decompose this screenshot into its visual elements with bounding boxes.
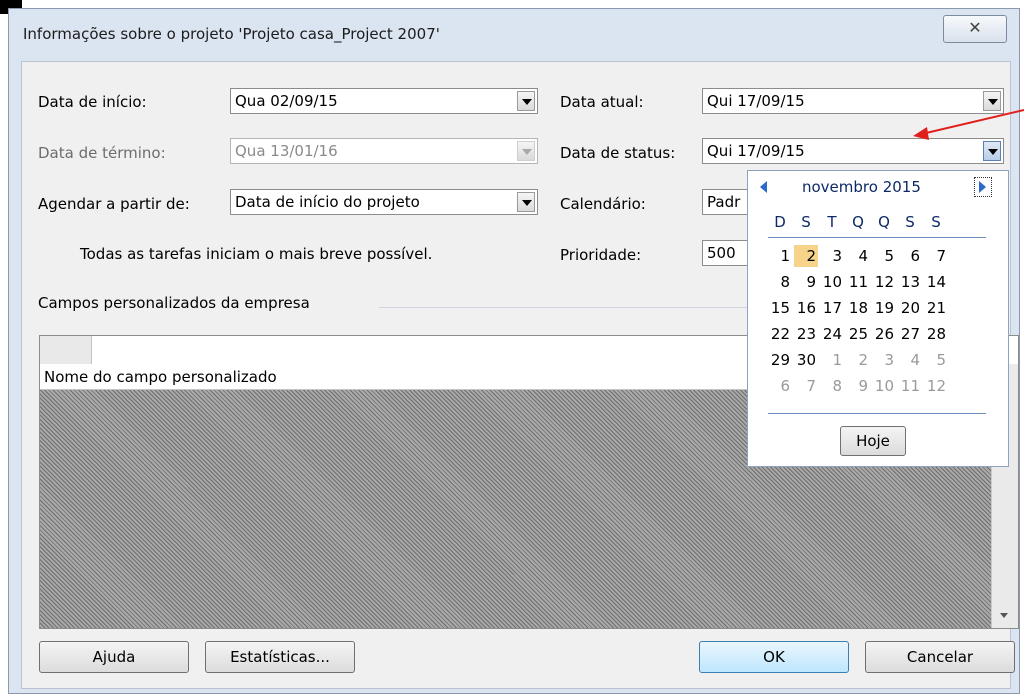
calendar-day[interactable]: 5: [872, 245, 896, 267]
calendar-day[interactable]: 8: [820, 375, 844, 397]
cancel-button[interactable]: Cancelar: [865, 641, 1015, 673]
date-picker-header: novembro 2015: [748, 171, 1008, 203]
scroll-down-icon[interactable]: [1000, 613, 1008, 618]
status-date-label: Data de status:: [560, 144, 676, 162]
date-picker-divider-bottom: [768, 413, 986, 414]
start-date-label: Data de início:: [38, 93, 147, 111]
calendar-day[interactable]: 3: [820, 245, 844, 267]
calendar-day[interactable]: 30: [794, 349, 818, 371]
weekday-header: Q: [852, 213, 864, 231]
calendar-day[interactable]: 8: [768, 271, 792, 293]
calendar-day[interactable]: 22: [768, 323, 792, 345]
calendar-day[interactable]: 7: [794, 375, 818, 397]
finish-date-combo: Qua 13/01/16: [230, 138, 538, 164]
calendar-day[interactable]: 14: [924, 271, 948, 293]
calendar-day[interactable]: 19: [872, 297, 896, 319]
finish-date-label: Data de término:: [38, 144, 166, 162]
calendar-day[interactable]: 11: [846, 271, 870, 293]
status-date-dropdown-button[interactable]: [983, 141, 1001, 161]
calendar-day[interactable]: 2: [794, 245, 818, 267]
weekday-header: S: [801, 213, 811, 231]
today-button[interactable]: Hoje: [840, 426, 906, 456]
calendar-day[interactable]: 1: [820, 349, 844, 371]
weekday-header: S: [905, 213, 915, 231]
calendar-day[interactable]: 5: [924, 349, 948, 371]
calendar-day[interactable]: 10: [872, 375, 896, 397]
calendar-day[interactable]: 20: [898, 297, 922, 319]
current-date-dropdown-button[interactable]: [983, 91, 1001, 111]
ok-button[interactable]: OK: [699, 641, 849, 673]
calendar-day[interactable]: 18: [846, 297, 870, 319]
help-button[interactable]: Ajuda: [39, 641, 189, 673]
start-date-dropdown-button[interactable]: [517, 91, 535, 111]
calendar-day[interactable]: 23: [794, 323, 818, 345]
schedule-from-select[interactable]: Data de início do projeto: [230, 189, 538, 215]
calendar-day[interactable]: 9: [794, 271, 818, 293]
window-title: Informações sobre o projeto 'Projeto cas…: [23, 25, 440, 43]
calendar-day[interactable]: 10: [820, 271, 844, 293]
current-date-value: Qui 17/09/15: [707, 92, 805, 110]
calendar-day[interactable]: 11: [898, 375, 922, 397]
calendar-value: Padr: [707, 193, 741, 211]
finish-date-dropdown-button: [517, 141, 535, 161]
schedule-from-dropdown-button[interactable]: [517, 192, 535, 212]
calendar-day[interactable]: 17: [820, 297, 844, 319]
calendar-day[interactable]: 28: [924, 323, 948, 345]
calendar-day[interactable]: 29: [768, 349, 792, 371]
title-bar: Informações sobre o projeto 'Projeto cas…: [9, 9, 1019, 57]
calendar-day[interactable]: 12: [924, 375, 948, 397]
status-date-combo[interactable]: Qui 17/09/15: [702, 138, 1004, 164]
date-picker-month[interactable]: novembro 2015: [802, 178, 921, 196]
schedule-from-label: Agendar a partir de:: [38, 195, 190, 213]
date-picker-popup: novembro 2015 Hoje D S T Q Q S S 1 2 3 4 5 6 7 8 9 10 11 1…: [747, 170, 1009, 467]
calendar-day[interactable]: 13: [898, 271, 922, 293]
calendar-day[interactable]: 12: [872, 271, 896, 293]
calendar-day[interactable]: 9: [846, 375, 870, 397]
start-date-value: Qua 02/09/15: [235, 92, 338, 110]
calendar-day[interactable]: 6: [898, 245, 922, 267]
weekday-header: T: [827, 213, 837, 231]
schedule-note: Todas as tarefas iniciam o mais breve po…: [80, 245, 433, 263]
current-date-label: Data atual:: [560, 93, 644, 111]
next-month-icon[interactable]: [974, 177, 992, 197]
priority-value: 500: [707, 244, 736, 262]
calendar-day[interactable]: 27: [898, 323, 922, 345]
calendar-day[interactable]: 3: [872, 349, 896, 371]
calendar-day[interactable]: 25: [846, 323, 870, 345]
calendar-day[interactable]: 7: [924, 245, 948, 267]
schedule-from-value: Data de início do projeto: [235, 193, 420, 211]
calendar-day[interactable]: 2: [846, 349, 870, 371]
calendar-day[interactable]: 15: [768, 297, 792, 319]
start-date-combo[interactable]: Qua 02/09/15: [230, 88, 538, 114]
calendar-day[interactable]: 26: [872, 323, 896, 345]
close-button[interactable]: ✕: [943, 15, 1007, 43]
calendar-label: Calendário:: [560, 195, 646, 213]
previous-month-icon[interactable]: [760, 181, 767, 193]
weekday-header: D: [774, 213, 786, 231]
weekday-header: Q: [878, 213, 890, 231]
finish-date-value: Qua 13/01/16: [235, 142, 338, 160]
calendar-day[interactable]: 21: [924, 297, 948, 319]
calendar-day[interactable]: 4: [898, 349, 922, 371]
status-date-value: Qui 17/09/15: [707, 142, 805, 160]
date-picker-divider: [768, 237, 986, 238]
custom-fields-group-label: Campos personalizados da empresa: [38, 294, 310, 312]
group-divider: [379, 307, 779, 308]
calendar-day[interactable]: 4: [846, 245, 870, 267]
calendar-day[interactable]: 16: [794, 297, 818, 319]
grid-corner-cell: [40, 336, 92, 364]
calendar-day[interactable]: 24: [820, 323, 844, 345]
statistics-button[interactable]: Estatísticas...: [205, 641, 355, 673]
priority-label: Prioridade:: [560, 246, 642, 264]
weekday-header: S: [931, 213, 941, 231]
current-date-combo[interactable]: Qui 17/09/15: [702, 88, 1004, 114]
calendar-day[interactable]: 1: [768, 245, 792, 267]
calendar-day[interactable]: 6: [768, 375, 792, 397]
